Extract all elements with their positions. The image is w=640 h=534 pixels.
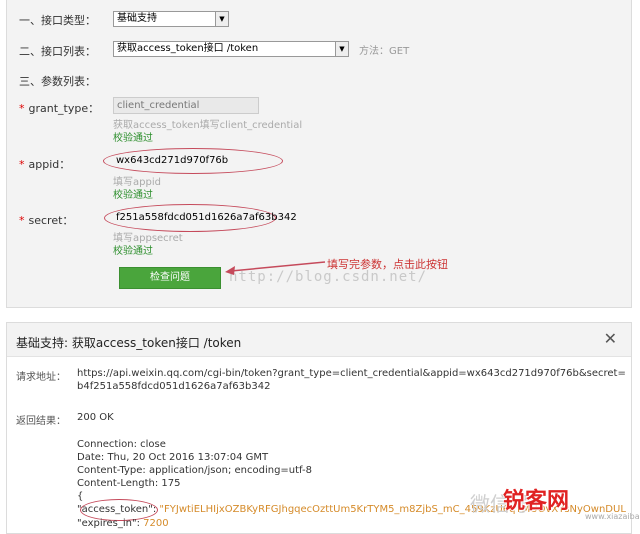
required-mark: * xyxy=(19,214,25,227)
grant-type-input[interactable]: client_credential xyxy=(113,97,259,114)
response-status: 200 OK xyxy=(77,412,114,423)
interface-list-select[interactable]: 获取access_token接口 /token ▼ xyxy=(113,41,349,57)
response-header: Connection: close xyxy=(77,439,166,450)
required-mark: * xyxy=(19,102,25,115)
required-mark: * xyxy=(19,158,25,171)
site-logo: 锐客网 xyxy=(503,489,570,514)
json-line-expires-in: "expires_in": 7200 xyxy=(77,518,169,529)
appid-status: 校验通过 xyxy=(113,190,153,201)
result-label: 返回结果： xyxy=(16,416,66,427)
response-header: Content-Length: 175 xyxy=(77,478,181,489)
interface-list-value: 获取access_token接口 /token xyxy=(117,43,259,54)
param-list-label: 三、参数列表： xyxy=(19,75,96,88)
appid-label: * appid： xyxy=(19,158,71,171)
close-icon[interactable]: ✕ xyxy=(604,329,617,348)
secret-input[interactable]: f251a558fdcd051d1626a7af63b342 xyxy=(113,210,297,227)
check-problem-button[interactable]: 检查问题 xyxy=(119,267,221,289)
json-brace: { xyxy=(77,491,84,502)
chevron-down-icon[interactable]: ▼ xyxy=(335,42,348,56)
instruction-annotation: 填写完参数，点击此按钮 xyxy=(327,258,448,271)
dialog-title: 基础支持: 获取access_token接口 /token xyxy=(16,336,242,350)
interface-type-label: 一、接口类型： xyxy=(19,14,96,27)
interface-type-value: 基础支持 xyxy=(117,13,157,24)
secret-label: * secret： xyxy=(19,214,74,227)
request-url: https://api.weixin.qq.com/cgi-bin/token?… xyxy=(77,368,626,392)
response-header: Date: Thu, 20 Oct 2016 13:07:04 GMT xyxy=(77,452,269,463)
appid-input[interactable]: wx643cd271d970f76b xyxy=(113,153,259,170)
interface-type-select[interactable]: 基础支持 ▼ xyxy=(113,11,229,27)
arrow-left-icon xyxy=(225,261,326,275)
grant-type-label: * grant_type： xyxy=(19,102,100,115)
chevron-down-icon[interactable]: ▼ xyxy=(215,12,228,26)
interface-list-label: 二、接口列表： xyxy=(19,45,96,58)
grant-type-status: 校验通过 xyxy=(113,133,153,144)
api-test-form-panel: 一、接口类型： 基础支持 ▼ 二、接口列表： 获取access_token接口 … xyxy=(6,0,632,308)
secret-status: 校验通过 xyxy=(113,246,153,257)
http-method-text: 方法：GET xyxy=(359,46,410,57)
site-url-watermark: www.xiazaiba.com xyxy=(585,512,640,521)
response-header: Content-Type: application/json; encoding… xyxy=(77,465,312,476)
dialog-header: 基础支持: 获取access_token接口 /token ✕ xyxy=(7,323,631,357)
request-url-label: 请求地址： xyxy=(16,372,66,383)
